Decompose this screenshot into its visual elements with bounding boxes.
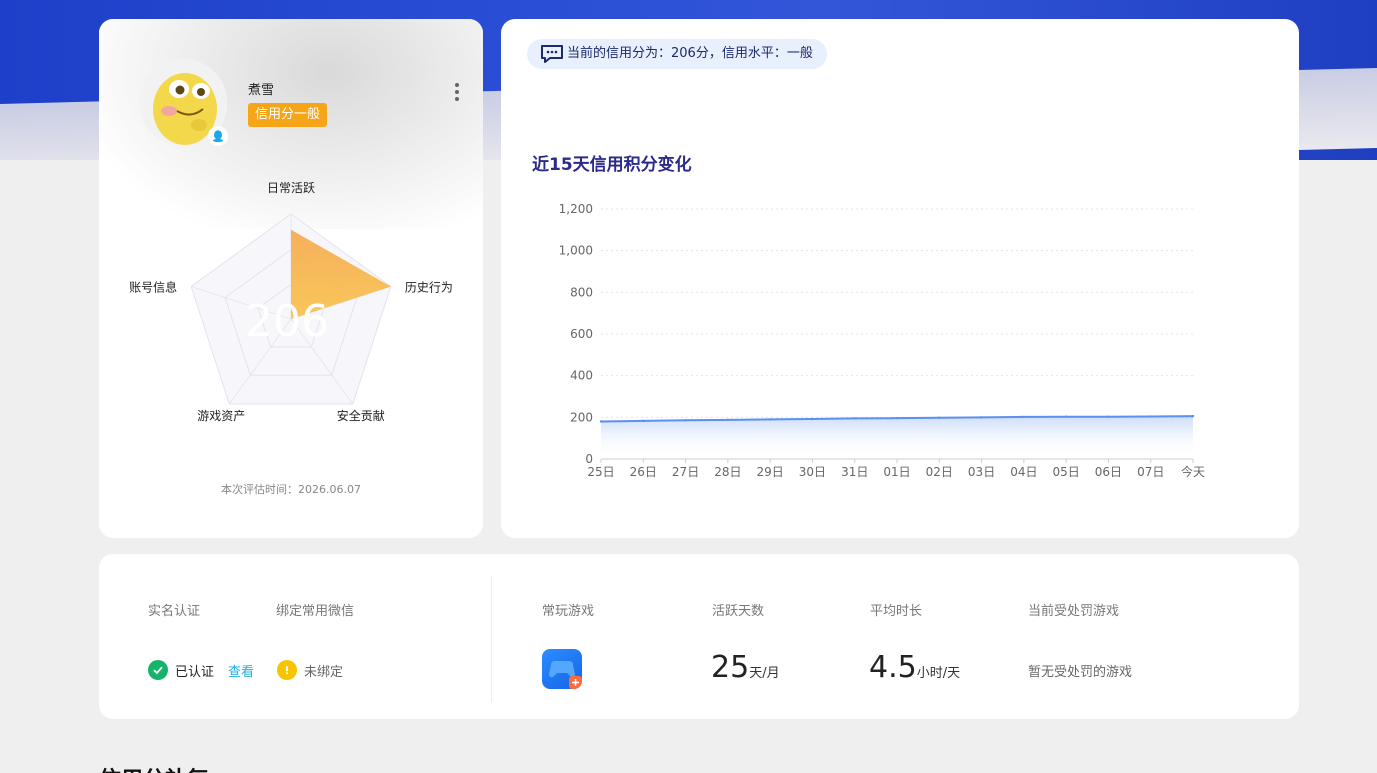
current-score-text: 当前的信用分为：206分，信用水平：一般 bbox=[567, 46, 813, 61]
wechat-label: 绑定常用微信 bbox=[276, 604, 355, 619]
punished-games-label: 当前受处罚游戏 bbox=[1028, 604, 1120, 619]
y-tick-label: 800 bbox=[570, 285, 593, 299]
credit-radar-chart: 日常活跃历史行为安全贡献 游戏资产 账号信息 206 bbox=[129, 181, 453, 423]
view-verification-link[interactable]: 查看 bbox=[228, 661, 254, 680]
score-point bbox=[599, 420, 603, 423]
radar-score: 206 bbox=[245, 296, 329, 347]
x-tick-label: 31日 bbox=[841, 465, 868, 479]
score-point bbox=[1064, 415, 1068, 418]
message-icon bbox=[541, 45, 563, 63]
real-name-status: 已认证 查看 bbox=[148, 660, 254, 680]
average-time-value: 4.5小时/天 bbox=[869, 650, 960, 685]
active-days-label: 活跃天数 bbox=[712, 604, 765, 619]
score-point bbox=[684, 419, 687, 422]
x-tick-label: 07日 bbox=[1137, 465, 1164, 479]
x-tick-label: 02日 bbox=[926, 465, 953, 479]
real-name-label: 实名认证 bbox=[148, 604, 201, 619]
radar-label: 账号信息 bbox=[129, 280, 177, 295]
average-time-unit: 小时/天 bbox=[916, 666, 961, 681]
y-tick-label: 600 bbox=[570, 327, 593, 341]
warning-icon bbox=[277, 660, 297, 680]
score-point bbox=[642, 419, 645, 423]
wechat-status-text: 未绑定 bbox=[304, 664, 344, 680]
x-tick-label: 25日 bbox=[587, 465, 614, 479]
divider bbox=[491, 576, 492, 702]
score-point bbox=[938, 416, 941, 419]
check-icon bbox=[148, 660, 168, 680]
average-time-number: 4.5 bbox=[869, 650, 917, 685]
x-tick-label: 05日 bbox=[1053, 465, 1080, 479]
y-tick-label: 1,200 bbox=[559, 202, 593, 216]
score-point bbox=[980, 416, 983, 419]
current-score-banner: 当前的信用分为：206分，信用水平：一般 bbox=[527, 39, 827, 69]
score-point bbox=[853, 417, 856, 420]
section-title: 信用分补复 bbox=[99, 762, 209, 773]
y-tick-label: 1,000 bbox=[559, 244, 593, 258]
x-tick-label: 今天 bbox=[1181, 464, 1205, 479]
score-point bbox=[768, 418, 772, 421]
score-point bbox=[811, 417, 814, 421]
account-info-card: 实名认证 绑定常用微信 已认证 查看 未绑定 常玩游戏 活跃天数 平均时长 当前… bbox=[99, 554, 1299, 719]
score-point bbox=[1022, 415, 1026, 419]
username: 煮雪 bbox=[248, 83, 275, 98]
more-options-icon[interactable] bbox=[450, 81, 464, 103]
score-trend-card: 当前的信用分为：206分，信用水平：一般 近15天信用积分变化 0 200 400 6… bbox=[501, 19, 1299, 538]
y-tick-label: 400 bbox=[570, 369, 593, 383]
x-tick-label: 27日 bbox=[672, 465, 699, 479]
score-line-chart: 0 200 400 600 800 1,000 1,200 25日 26日 27日 28日 29日 30… bbox=[559, 202, 1205, 479]
score-point bbox=[1107, 415, 1110, 418]
credit-level-badge: 信用分一般 bbox=[248, 103, 328, 127]
x-tick-label: 01日 bbox=[883, 465, 910, 479]
radar-label: 历史行为 bbox=[405, 281, 453, 295]
score-point bbox=[895, 416, 899, 420]
radar-label: 安全贡献 bbox=[337, 408, 385, 423]
profile-card: 煮雪 信用分一般 日常活跃历史行为安全贡献 游戏资产 账号信息 206 本次评估时间：… bbox=[99, 19, 483, 538]
score-point bbox=[1149, 415, 1152, 418]
score-area bbox=[601, 416, 1193, 459]
x-tick-label: 03日 bbox=[968, 465, 995, 479]
active-days-number: 25 bbox=[711, 650, 750, 685]
y-tick-label: 200 bbox=[570, 410, 593, 424]
x-tick-label: 06日 bbox=[1095, 465, 1122, 479]
radar-label: 日常活跃 bbox=[267, 181, 315, 195]
real-name-status-text: 已认证 bbox=[175, 664, 215, 680]
game-app-icon[interactable] bbox=[542, 649, 582, 689]
score-point bbox=[726, 418, 730, 422]
y-tick-label: 0 bbox=[585, 452, 593, 466]
active-days-value: 25天/月 bbox=[711, 650, 780, 685]
evaluation-time: 本次评估时间：2026.06.07 bbox=[221, 483, 361, 496]
chart-title: 近15天信用积分变化 bbox=[532, 155, 692, 175]
x-tick-label: 30日 bbox=[799, 465, 826, 479]
average-time-label: 平均时长 bbox=[870, 604, 923, 619]
radar-label: 游戏资产 bbox=[197, 409, 245, 423]
x-tick-label: 29日 bbox=[757, 465, 784, 479]
x-tick-label: 26日 bbox=[630, 465, 657, 479]
score-point bbox=[1191, 414, 1195, 418]
punished-games-value: 暂无受处罚的游戏 bbox=[1028, 665, 1133, 680]
active-days-unit: 天/月 bbox=[749, 666, 780, 681]
favorite-game-label: 常玩游戏 bbox=[542, 604, 595, 619]
wechat-status: 未绑定 bbox=[277, 660, 343, 680]
x-tick-label: 28日 bbox=[714, 465, 741, 479]
x-tick-label: 04日 bbox=[1010, 465, 1037, 479]
qq-icon bbox=[208, 126, 228, 146]
